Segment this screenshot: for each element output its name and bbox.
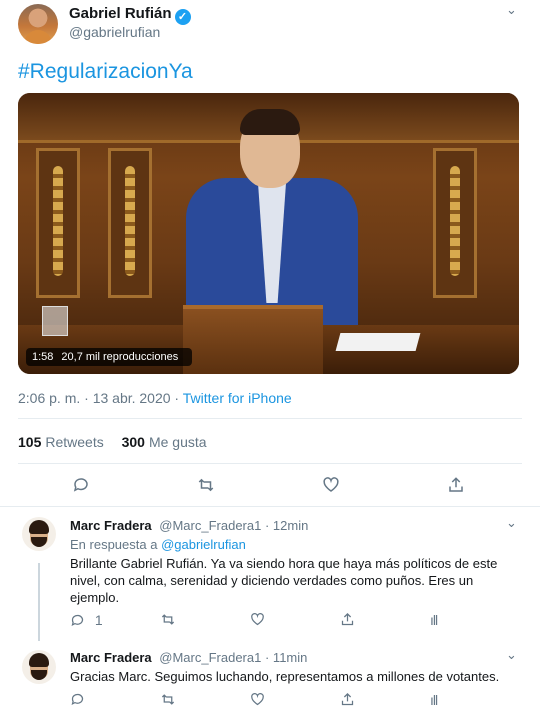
chevron-down-icon[interactable]: ⌄ — [506, 2, 517, 18]
wood-panel-right — [433, 148, 477, 298]
retweet-icon[interactable] — [160, 612, 176, 630]
divider — [18, 418, 522, 419]
divider — [18, 463, 522, 464]
main-tweet: Gabriel Rufián ✓ @gabrielrufian ⌄ #Regula… — [0, 0, 540, 507]
video-duration: 1:58 — [32, 351, 54, 363]
like-icon[interactable] — [322, 476, 340, 498]
papers — [335, 333, 421, 351]
reply-to-mention[interactable]: @gabrielrufian — [161, 537, 246, 552]
author-handle[interactable]: @gabrielrufian — [69, 24, 160, 40]
reply-to-prefix: En respuesta a — [70, 537, 158, 552]
retweet-icon[interactable] — [160, 692, 176, 710]
hashtag-link[interactable]: #RegularizacionYa — [18, 60, 193, 84]
wood-panel-left — [36, 148, 80, 298]
reply-icon[interactable] — [72, 476, 90, 498]
reply-header: Marc Fradera @Marc_Fradera1 · 11min — [70, 650, 307, 665]
tweet-source[interactable]: Twitter for iPhone — [183, 390, 292, 406]
reply-handle[interactable]: @Marc_Fradera1 — [159, 518, 261, 533]
speaker-hair — [240, 109, 300, 135]
author-name[interactable]: Gabriel Rufián ✓ — [69, 5, 191, 25]
wood-panel-left-2 — [108, 148, 152, 298]
reply-header: Marc Fradera @Marc_Fradera1 · 12min — [70, 518, 308, 533]
thread-line — [38, 563, 40, 641]
tweet-meta: 2:06 p. m. · 13 abr. 2020 · Twitter for … — [18, 390, 292, 406]
reply-to-line: En respuesta a @gabrielrufian — [70, 537, 246, 552]
video-player[interactable]: 1:58 20,7 mil reproducciones — [18, 93, 519, 374]
tweet-stats: 105 Retweets 300 Me gusta — [18, 434, 207, 450]
like-icon[interactable] — [250, 692, 265, 710]
verified-badge-icon: ✓ — [174, 9, 191, 25]
reply-time[interactable]: · 12min — [265, 518, 308, 533]
podium — [183, 305, 323, 374]
retweets-count: 105 — [18, 434, 42, 450]
reply-text: Gracias Marc. Seguimos luchando, represe… — [70, 669, 500, 684]
reply-handle[interactable]: @Marc_Fradera1 — [159, 650, 261, 665]
video-views: 20,7 mil reproducciones — [61, 351, 179, 363]
likes-count: 300 — [121, 434, 145, 450]
water-glass — [42, 306, 68, 336]
reply-time[interactable]: · 11min — [265, 650, 307, 665]
retweets-stat[interactable]: 105 Retweets — [18, 434, 104, 450]
reply-avatar[interactable] — [22, 517, 56, 551]
reply-author-name[interactable]: Marc Fradera — [70, 650, 152, 665]
tweet-timestamp[interactable]: 2:06 p. m. · 13 abr. 2020 · — [18, 390, 179, 406]
stats-icon[interactable]: ıll — [430, 612, 438, 628]
video-badge: 1:58 20,7 mil reproducciones — [26, 348, 193, 366]
share-icon[interactable] — [447, 476, 465, 498]
stats-icon[interactable]: ıll — [430, 692, 438, 708]
share-icon[interactable] — [340, 612, 355, 630]
chevron-down-icon[interactable]: ⌄ — [506, 647, 517, 663]
reply-icon[interactable]: 1 — [70, 612, 103, 631]
share-icon[interactable] — [340, 692, 355, 710]
author-name-text[interactable]: Gabriel Rufián — [69, 5, 172, 22]
author-avatar[interactable] — [18, 4, 58, 44]
reply-count: 1 — [94, 612, 103, 628]
reply-icon[interactable] — [70, 692, 85, 710]
likes-stat[interactable]: 300 Me gusta — [122, 434, 207, 450]
retweet-icon[interactable] — [196, 476, 216, 498]
reply-author-name[interactable]: Marc Fradera — [70, 518, 152, 533]
retweets-label: Retweets — [45, 434, 104, 450]
reply-avatar[interactable] — [22, 650, 56, 684]
chevron-down-icon[interactable]: ⌄ — [506, 515, 517, 531]
like-icon[interactable] — [250, 612, 265, 630]
reply-text: Brillante Gabriel Rufián. Ya va siendo h… — [70, 556, 498, 605]
likes-label: Me gusta — [148, 434, 207, 450]
